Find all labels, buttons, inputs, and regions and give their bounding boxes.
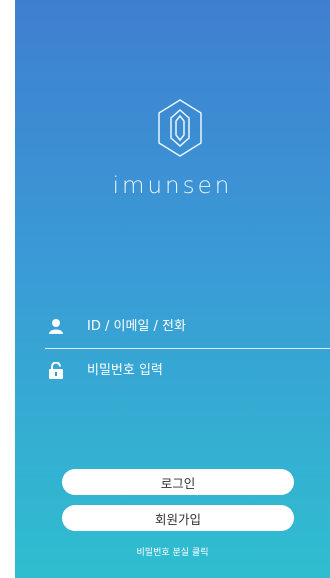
id-field-row [45, 314, 325, 338]
user-icon [45, 316, 67, 336]
password-field-row [45, 358, 325, 382]
password-input[interactable] [87, 362, 307, 378]
login-screen: imunsen 로그인 회원가입 비밀번호 분실 클릭 [15, 0, 330, 578]
signup-button[interactable]: 회원가입 [62, 505, 294, 531]
hexagon-logo-icon [158, 99, 202, 157]
lock-icon [45, 360, 67, 380]
field-divider [45, 348, 330, 349]
id-input[interactable] [87, 318, 307, 334]
login-button[interactable]: 로그인 [62, 469, 294, 495]
brand-name: imunsen [112, 173, 233, 199]
forgot-password-link[interactable]: 비밀번호 분실 클릭 [15, 545, 330, 558]
